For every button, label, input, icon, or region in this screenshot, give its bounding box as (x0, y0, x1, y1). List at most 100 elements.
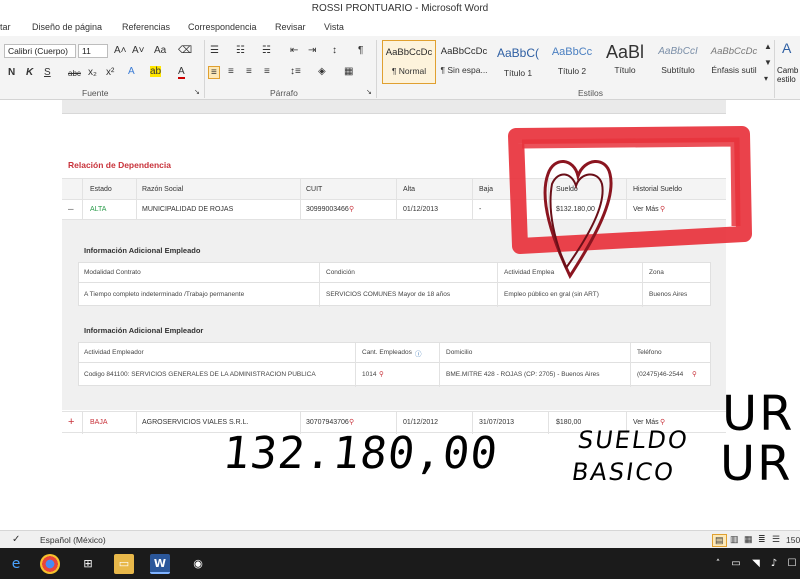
draft-icon[interactable]: ☰ (772, 534, 780, 545)
change-case-icon[interactable]: Aa (154, 45, 166, 56)
strikethrough-icon[interactable]: abc (68, 69, 81, 78)
decrease-indent-icon[interactable]: ⇤ (290, 45, 298, 56)
zoom-level[interactable]: 150 (786, 535, 800, 545)
table-row[interactable]: + BAJA AGROSERVICIOS VIALES S.R.L. 30707… (62, 411, 726, 434)
volume-icon[interactable]: ♪ (764, 554, 784, 574)
tab-revisar[interactable]: Revisar (275, 22, 306, 32)
increase-indent-icon[interactable]: ⇥ (308, 45, 316, 56)
print-layout-icon[interactable]: ▤ (712, 534, 727, 547)
search-icon[interactable]: ⚲ (660, 418, 665, 426)
italic-icon[interactable]: K (26, 67, 33, 78)
web-layout-icon[interactable]: ▦ (744, 534, 753, 545)
numbering-icon[interactable]: ☷ (236, 45, 245, 56)
word-icon[interactable]: W (150, 554, 170, 574)
proofing-icon[interactable]: ✓ (12, 534, 20, 545)
battery-icon[interactable]: ▭ (726, 554, 746, 574)
ribbon: Calibri (Cuerpo) 11 A˄ A˅ Aa ⌫ N K S abc… (0, 36, 800, 100)
razon-social-value: AGROSERVICIOS VIALES S.R.L. (142, 419, 249, 426)
tab-diseno-pagina[interactable]: Diseño de página (32, 22, 102, 32)
style-titulo-1[interactable]: AaBbC( Título 1 (492, 40, 544, 84)
collapse-toggle[interactable]: – (68, 204, 74, 215)
tab-insertar[interactable]: tar (0, 22, 11, 32)
change-styles-icon[interactable]: A (782, 40, 791, 56)
shrink-font-icon[interactable]: A˅ (132, 45, 145, 56)
shading-icon[interactable]: ◈ (318, 66, 326, 77)
full-screen-icon[interactable]: ▥ (730, 534, 739, 545)
search-icon[interactable]: ⚲ (660, 205, 665, 213)
file-explorer-icon[interactable]: ▭ (114, 554, 134, 574)
styles-scroll-up-icon[interactable]: ▲ (764, 42, 772, 51)
bullets-icon[interactable]: ☰ (210, 45, 219, 56)
notifications-icon[interactable]: ☐ (782, 554, 800, 574)
expand-toggle[interactable]: + (68, 416, 74, 428)
tab-correspondencia[interactable]: Correspondencia (188, 22, 257, 32)
line-spacing-icon[interactable]: ↕≡ (290, 66, 301, 77)
col-divider (300, 179, 301, 201)
edge-browser-icon[interactable]: e (6, 554, 26, 574)
separator (774, 40, 775, 98)
condicion-value: SERVICIOS COMUNES Mayor de 18 años (326, 291, 451, 298)
table-row[interactable]: – ALTA MUNICIPALIDAD DE ROJAS 3099900346… (62, 200, 726, 220)
underline-icon[interactable]: S (44, 67, 51, 78)
align-left-icon[interactable]: ≡ (208, 66, 220, 79)
tab-vista[interactable]: Vista (324, 22, 344, 32)
paragraph-dialog-launcher-icon[interactable]: ↘ (366, 88, 372, 96)
col-divider (642, 263, 643, 307)
store-icon[interactable]: ⊞ (78, 554, 98, 574)
tab-referencias[interactable]: Referencias (122, 22, 170, 32)
col-alta: Alta (403, 186, 416, 193)
change-styles-button[interactable]: Camb estilo (777, 66, 800, 84)
style-enfasis-sutil[interactable]: AaBbCcDc Énfasis sutil (706, 40, 762, 84)
show-marks-icon[interactable]: ¶ (358, 45, 363, 56)
style-titulo[interactable]: AaBl Título (600, 40, 650, 84)
ver-mas-link[interactable]: Ver Más (633, 419, 659, 426)
alta-value: 01/12/2012 (403, 419, 439, 426)
style-subtitulo[interactable]: AaBbCcI Subtítulo (652, 40, 704, 84)
text-effects-icon[interactable]: A (128, 66, 135, 77)
justify-icon[interactable]: ≡ (264, 66, 270, 77)
chrome-icon[interactable] (40, 554, 60, 574)
style-sample: AaBbC( (496, 46, 540, 60)
style-titulo-2[interactable]: AaBbCc Título 2 (546, 40, 598, 84)
document-area[interactable]: Relación de Dependencia Estado Razón Soc… (0, 100, 800, 530)
outline-icon[interactable]: ≣ (758, 534, 766, 545)
info-icon[interactable]: ⓘ (415, 348, 422, 358)
styles-more-icon[interactable]: ▾ (764, 74, 768, 83)
borders-icon[interactable]: ▦ (344, 66, 353, 77)
sort-icon[interactable]: ↕ (332, 45, 337, 56)
style-normal[interactable]: AaBbCcDc ¶ Normal (382, 40, 436, 84)
multilevel-list-icon[interactable]: ☵ (262, 45, 271, 56)
style-sin-espaciado[interactable]: AaBbCcDc ¶ Sin espa... (438, 40, 490, 84)
subscript-icon[interactable]: x₂ (88, 67, 97, 78)
align-right-icon[interactable]: ≡ (246, 66, 252, 77)
align-center-icon[interactable]: ≡ (228, 66, 234, 77)
col-razon-social: Razón Social (142, 186, 184, 193)
cant-empleados-value: 1014 (362, 371, 377, 378)
taskbar: e ⊞ ▭ W ◉ ˄ ▭ ◥ ♪ ☐ (0, 548, 800, 579)
language-indicator[interactable]: Español (México) (40, 535, 106, 545)
search-icon[interactable]: ⚲ (379, 370, 384, 378)
highlight-icon[interactable]: ab (150, 66, 162, 77)
ver-mas-link[interactable]: Ver Más (633, 206, 659, 213)
camera-icon[interactable]: ◉ (188, 554, 208, 574)
font-size-select[interactable]: 11 (78, 44, 108, 58)
clear-format-icon[interactable]: ⌫ (178, 45, 192, 56)
font-name-select[interactable]: Calibri (Cuerpo) (4, 44, 76, 58)
superscript-icon[interactable]: x² (106, 67, 114, 78)
network-icon[interactable]: ◥ (746, 554, 766, 574)
tray-expand-icon[interactable]: ˄ (708, 554, 728, 574)
separator (204, 40, 205, 98)
font-color-icon[interactable]: A (178, 66, 185, 79)
bold-icon[interactable]: N (8, 67, 15, 78)
search-icon[interactable]: ⚲ (349, 418, 354, 426)
separator (376, 40, 377, 98)
col-sueldo: Sueldo (556, 186, 578, 193)
font-dialog-launcher-icon[interactable]: ↘ (194, 88, 200, 96)
col-divider (82, 412, 83, 434)
col-divider (626, 200, 627, 220)
search-icon[interactable]: ⚲ (692, 370, 697, 378)
styles-scroll-down-icon[interactable]: ▼ (764, 58, 772, 67)
grow-font-icon[interactable]: A˄ (114, 45, 127, 56)
col-divider (548, 200, 549, 220)
search-icon[interactable]: ⚲ (349, 205, 354, 213)
